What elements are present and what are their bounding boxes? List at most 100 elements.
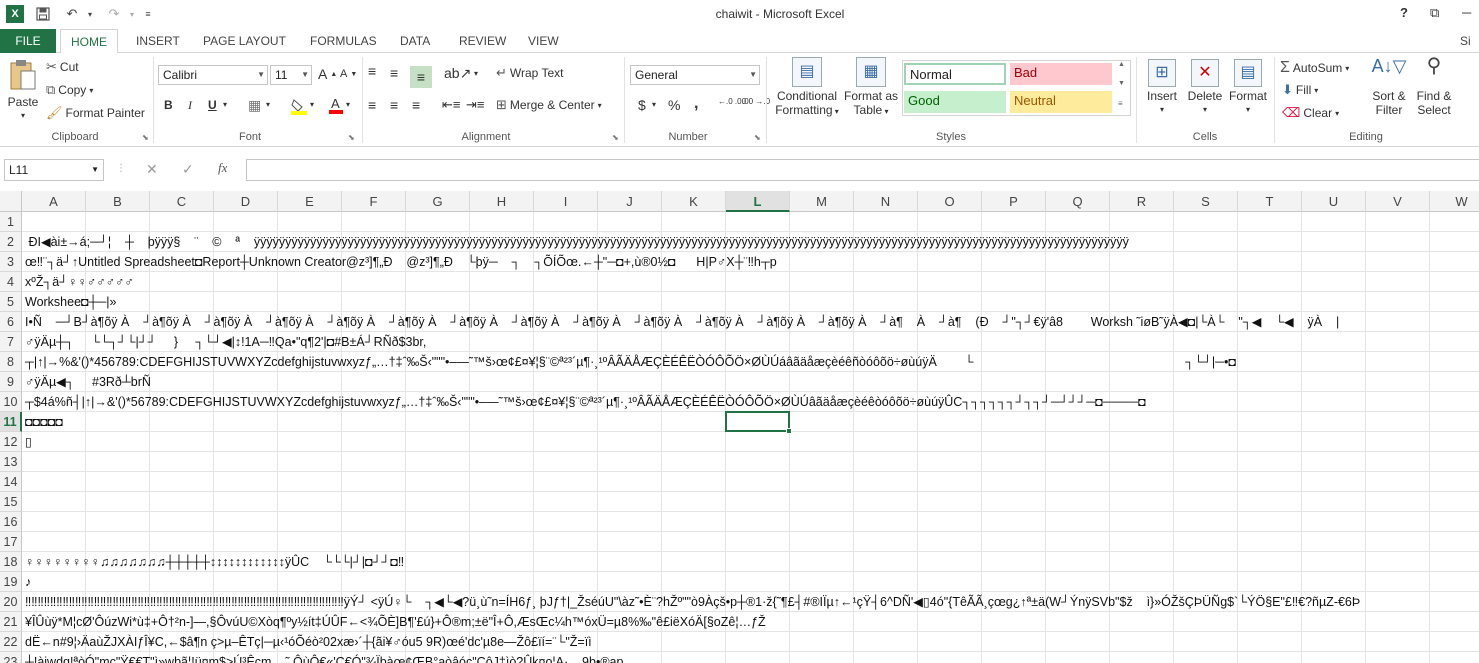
cell-a18[interactable]: ♀♀♀♀♀♀♀♀♫♫♫♫♫♫♫┼┼┼┼┼↕↕↕↕↕↕↕↕↕↕↕↕ÿÛC └└└|… [25,552,1479,572]
currency-dropdown-icon[interactable]: ▾ [652,100,656,109]
column-header-a[interactable]: A [22,191,86,212]
tab-formulas[interactable]: FORMULAS [300,29,387,53]
format-as-table-button[interactable]: ▦ Format as Table ▾ [842,57,900,119]
row-header-8[interactable]: 8 [0,352,22,372]
increase-indent-icon[interactable]: ⇥≡ [466,97,484,113]
italic-button[interactable]: I [188,98,192,113]
name-box[interactable]: L11 ▼ [4,159,104,181]
orientation-icon[interactable]: ab↗ [444,65,471,82]
align-top-icon[interactable]: ≡ [368,63,376,79]
alignment-launcher-icon[interactable]: ⬊ [612,133,619,142]
column-header-k[interactable]: K [662,191,726,212]
align-right-icon[interactable]: ≡ [412,97,420,113]
row-header-18[interactable]: 18 [0,552,22,572]
gallery-scroll-down-icon[interactable]: ▼ [1118,80,1125,87]
insert-function-icon[interactable]: fx [218,160,227,176]
number-launcher-icon[interactable]: ⬊ [754,133,761,142]
row-header-5[interactable]: 5 [0,292,22,312]
row-header-10[interactable]: 10 [0,392,22,412]
style-normal[interactable]: Normal [904,63,1006,85]
column-header-l[interactable]: L [726,191,790,212]
copy-button[interactable]: ⧉ Copy ▾ [46,82,93,98]
row-header-7[interactable]: 7 [0,332,22,352]
row-header-14[interactable]: 14 [0,472,22,492]
decrease-indent-icon[interactable]: ⇤≡ [442,97,460,113]
cell-a9[interactable]: ♂ÿÄµ◀┐ #3Rð┴brÑ [25,372,1479,392]
fill-button[interactable]: ⬇ Fill ▾ [1282,82,1318,98]
orientation-dropdown-icon[interactable]: ▾ [474,69,478,78]
column-header-q[interactable]: Q [1046,191,1110,212]
clipboard-launcher-icon[interactable]: ⬊ [142,133,149,142]
tab-data[interactable]: DATA [390,29,440,53]
cell-a10[interactable]: ┬$4á%ñ┤|↑|→&'()*56789:CDEFGHIJSTUVWXYZcd… [25,392,1479,412]
select-all-corner[interactable] [0,191,22,212]
underline-dropdown-icon[interactable]: ▾ [223,100,227,109]
row-header-11[interactable]: 11 [0,412,22,432]
gallery-more-icon[interactable]: ≡ [1118,99,1123,108]
row-header-22[interactable]: 22 [0,632,22,652]
cell-a4[interactable]: xºŽ┐ä┘♀♀♂♂♂♂♂ [25,272,1479,292]
cell-a3[interactable]: œ‼¨┐ä┘↑Untitled Spreadsheet◘Report┼Unkno… [25,252,1479,272]
enter-icon[interactable]: ✓ [182,161,194,178]
align-center-icon[interactable]: ≡ [390,97,398,113]
align-bottom-icon[interactable]: ≡ [410,66,432,88]
borders-dropdown-icon[interactable]: ▾ [266,100,270,109]
row-header-12[interactable]: 12 [0,432,22,452]
formula-bar-splitter[interactable]: ⋮ [116,163,126,174]
cell-a16[interactable] [25,512,1479,532]
column-header-t[interactable]: T [1238,191,1302,212]
fill-color-button[interactable] [290,97,308,115]
cell-a17[interactable] [25,532,1479,552]
align-middle-icon[interactable]: ≡ [390,65,398,81]
comma-button[interactable]: , [694,95,698,113]
row-header-17[interactable]: 17 [0,532,22,552]
format-painter-button[interactable]: 🖌 Format Painter [46,105,145,121]
tab-page-layout[interactable]: PAGE LAYOUT [193,29,296,53]
cell-a19[interactable]: ♪ [25,572,1479,592]
conditional-formatting-button[interactable]: ▤ Conditional Formatting ▾ [770,57,844,119]
cell-a6[interactable]: I•Ñ ─┘B┘à¶õÿ À ┘à¶õÿ À ┘à¶õÿ À ┘à¶õÿ À ┘… [25,312,1479,332]
fill-color-dropdown-icon[interactable]: ▾ [310,100,314,109]
column-header-r[interactable]: R [1110,191,1174,212]
fill-handle[interactable] [786,428,792,434]
font-color-button[interactable]: A [328,96,344,114]
shrink-font-button[interactable]: A ▼ [340,68,357,80]
paste-button[interactable]: Paste ▾ [4,59,42,123]
style-good[interactable]: Good [904,91,1006,113]
style-bad[interactable]: Bad [1010,63,1112,85]
column-header-i[interactable]: I [534,191,598,212]
cell-a21[interactable]: ¥ÎÛùÿ*M¦cØ'ÔúzWi*ù‡+Ô†²n-]—,§ÔvúU©Xòq¶ºy… [25,612,1479,632]
bold-button[interactable]: B [164,98,173,112]
tab-review[interactable]: REVIEW [449,29,516,53]
row-header-19[interactable]: 19 [0,572,22,592]
cell-a1[interactable] [25,212,1479,232]
row-header-3[interactable]: 3 [0,252,22,272]
grow-font-button[interactable]: A ▲ [318,66,337,82]
cell-a8[interactable]: ┬|↑|→%&'()*456789:CDEFGHIJSTUVWXYZcdefgh… [25,352,1479,372]
borders-icon[interactable]: ▦ [248,97,261,114]
sort-filter-button[interactable]: A↓▽ Sort & Filter [1368,57,1410,117]
row-header-9[interactable]: 9 [0,372,22,392]
cell-a12[interactable]: ▯ [25,432,1479,452]
row-header-23[interactable]: 23 [0,652,22,663]
find-select-button[interactable]: ⚲ Find & Select [1412,56,1456,117]
column-header-m[interactable]: M [790,191,854,212]
cell-a14[interactable] [25,472,1479,492]
tab-view[interactable]: VIEW [518,29,569,53]
tab-home[interactable]: HOME [60,29,118,54]
column-header-g[interactable]: G [406,191,470,212]
font-color-dropdown-icon[interactable]: ▾ [346,100,350,109]
column-header-w[interactable]: W [1430,191,1479,212]
active-cell[interactable] [725,411,790,432]
cell-a23[interactable]: ┼!àiwdq!ªòÓ"mc"Ÿ€€T"ì»wbã¦!ü¤m$>Ú³Êcm ˜ … [25,652,1479,663]
currency-button[interactable]: $ [638,97,646,113]
account-name[interactable]: Si [1460,29,1471,53]
cell-a5[interactable]: Workshee◘┼─|» [25,292,1479,312]
cancel-icon[interactable]: ✕ [146,161,158,178]
cell-a15[interactable] [25,492,1479,512]
tab-file[interactable]: FILE [0,29,56,53]
row-header-4[interactable]: 4 [0,272,22,292]
font-name-combo[interactable]: Calibri ▼ [158,65,268,85]
column-header-f[interactable]: F [342,191,406,212]
row-header-21[interactable]: 21 [0,612,22,632]
